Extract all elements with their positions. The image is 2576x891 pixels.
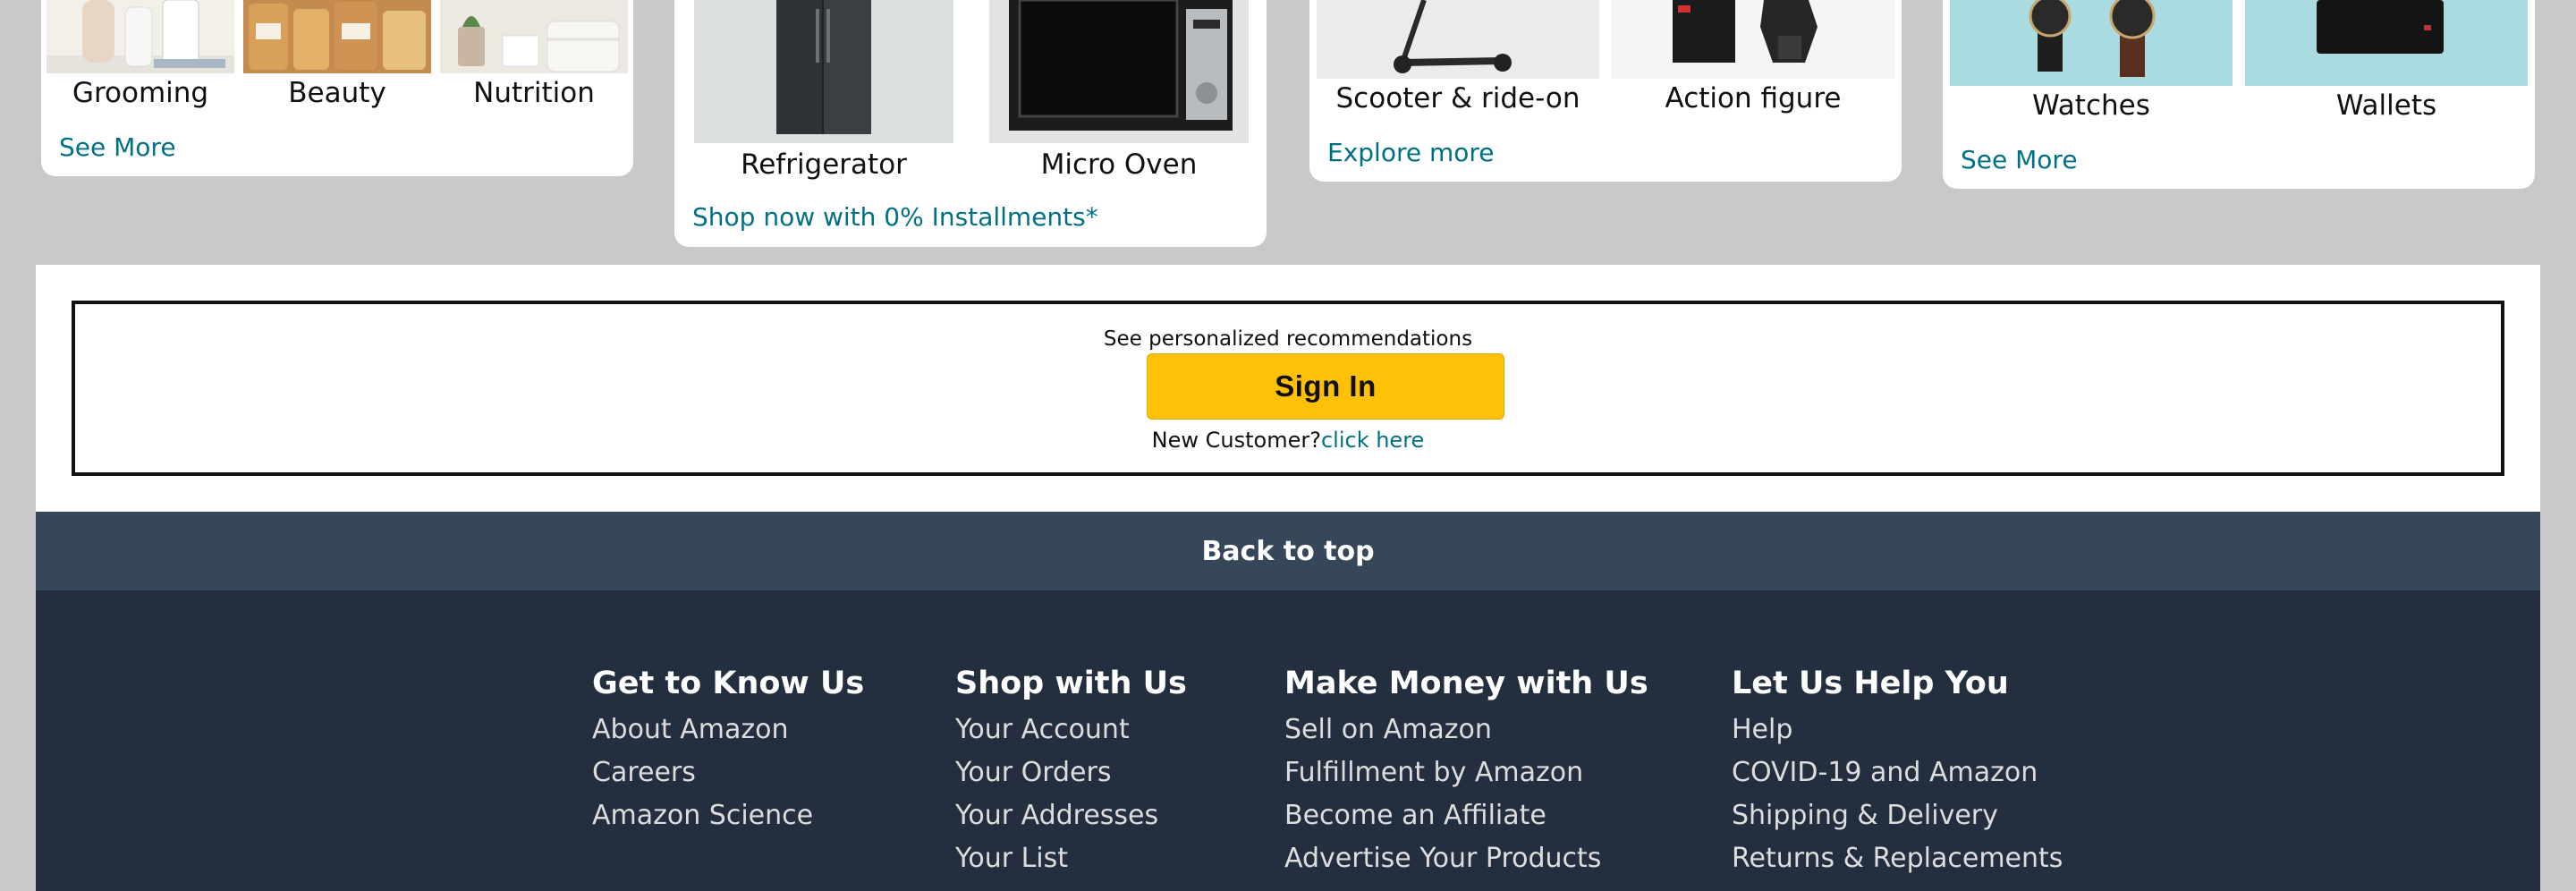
footer-link-your-addresses[interactable]: Your Addresses bbox=[955, 794, 1187, 837]
watches-image[interactable] bbox=[1950, 0, 2233, 86]
footer: Get to Know Us About Amazon Careers Amaz… bbox=[36, 590, 2540, 891]
tile-wallets[interactable]: Wallets bbox=[2245, 0, 2528, 134]
see-more-link[interactable]: See More bbox=[59, 132, 176, 162]
tile-nutrition[interactable]: Nutrition bbox=[440, 0, 628, 125]
category-card-appliances: Refrigerator Micro Oven Shop now with 0%… bbox=[674, 0, 1267, 247]
explore-more-link[interactable]: Explore more bbox=[1327, 138, 1495, 167]
signin-note: See personalized recommendations bbox=[1103, 327, 1473, 351]
footer-column-make-money: Make Money with Us Sell on Amazon Fulfil… bbox=[1284, 666, 1648, 880]
footer-link-fulfillment[interactable]: Fulfillment by Amazon bbox=[1284, 751, 1648, 794]
tile-beauty[interactable]: Beauty bbox=[243, 0, 431, 125]
tile-label: Nutrition bbox=[473, 77, 595, 109]
footer-heading: Shop with Us bbox=[955, 666, 1187, 701]
back-to-top-button[interactable]: Back to top bbox=[36, 512, 2540, 590]
footer-column-get-to-know-us: Get to Know Us About Amazon Careers Amaz… bbox=[592, 666, 864, 837]
tile-label: Action figure bbox=[1665, 82, 1842, 115]
footer-heading: Make Money with Us bbox=[1284, 666, 1648, 701]
footer-link-careers[interactable]: Careers bbox=[592, 751, 864, 794]
nutrition-image[interactable] bbox=[440, 0, 628, 73]
grooming-image[interactable] bbox=[47, 0, 234, 73]
footer-link-returns[interactable]: Returns & Replacements bbox=[1732, 837, 2063, 880]
category-card-personal-care: Grooming Beauty Nutrition See More bbox=[41, 0, 633, 176]
action-figure-image[interactable] bbox=[1612, 0, 1894, 79]
footer-link-help[interactable]: Help bbox=[1732, 709, 2063, 751]
tile-label: Watches bbox=[2032, 89, 2150, 122]
footer-column-help: Let Us Help You Help COVID-19 and Amazon… bbox=[1732, 666, 2063, 880]
microwave-image[interactable] bbox=[989, 0, 1249, 143]
scooter-image[interactable] bbox=[1317, 0, 1599, 79]
footer-link-your-account[interactable]: Your Account bbox=[955, 709, 1187, 751]
see-more-link[interactable]: See More bbox=[1961, 145, 2078, 174]
tile-micro-oven[interactable]: Micro Oven bbox=[989, 0, 1249, 188]
signin-section: See personalized recommendations Sign In… bbox=[36, 265, 2540, 512]
tile-watches[interactable]: Watches bbox=[1950, 0, 2233, 134]
new-customer-text: New Customer? bbox=[1151, 428, 1321, 453]
tile-label: Wallets bbox=[2335, 89, 2437, 122]
category-card-toys: Scooter & ride-on Action figure Explore … bbox=[1309, 0, 1902, 182]
signin-button[interactable]: Sign In bbox=[1147, 353, 1504, 420]
signin-box: See personalized recommendations Sign In… bbox=[72, 301, 2504, 476]
footer-link-covid[interactable]: COVID-19 and Amazon bbox=[1732, 751, 2063, 794]
tile-label: Grooming bbox=[72, 77, 209, 109]
tile-refrigerator[interactable]: Refrigerator bbox=[694, 0, 953, 188]
category-card-accessories: Watches Wallets See More bbox=[1943, 0, 2535, 189]
tile-action-figure[interactable]: Action figure bbox=[1612, 0, 1894, 125]
footer-link-your-orders[interactable]: Your Orders bbox=[955, 751, 1187, 794]
beauty-image[interactable] bbox=[243, 0, 431, 73]
tile-label: Refrigerator bbox=[741, 148, 907, 181]
footer-column-shop-with-us: Shop with Us Your Account Your Orders Yo… bbox=[955, 666, 1187, 880]
tile-label: Micro Oven bbox=[1040, 148, 1198, 181]
footer-link-your-list[interactable]: Your List bbox=[955, 837, 1187, 880]
footer-heading: Let Us Help You bbox=[1732, 666, 2009, 701]
tile-scooter[interactable]: Scooter & ride-on bbox=[1317, 0, 1599, 125]
footer-link-sell-on-amazon[interactable]: Sell on Amazon bbox=[1284, 709, 1648, 751]
footer-link-shipping[interactable]: Shipping & Delivery bbox=[1732, 794, 2063, 837]
refrigerator-image[interactable] bbox=[694, 0, 953, 143]
tile-label: Scooter & ride-on bbox=[1335, 82, 1580, 115]
wallets-image[interactable] bbox=[2245, 0, 2528, 86]
installments-link[interactable]: Shop now with 0% Installments* bbox=[692, 202, 1098, 232]
tile-grooming[interactable]: Grooming bbox=[47, 0, 234, 125]
footer-link-amazon-science[interactable]: Amazon Science bbox=[592, 794, 864, 837]
new-customer-link[interactable]: click here bbox=[1321, 428, 1424, 453]
footer-link-about-amazon[interactable]: About Amazon bbox=[592, 709, 864, 751]
footer-heading: Get to Know Us bbox=[592, 666, 865, 701]
footer-link-affiliate[interactable]: Become an Affiliate bbox=[1284, 794, 1648, 837]
footer-link-advertise[interactable]: Advertise Your Products bbox=[1284, 837, 1648, 880]
tile-label: Beauty bbox=[288, 77, 386, 109]
new-customer-line: New Customer?click here bbox=[75, 428, 2501, 453]
